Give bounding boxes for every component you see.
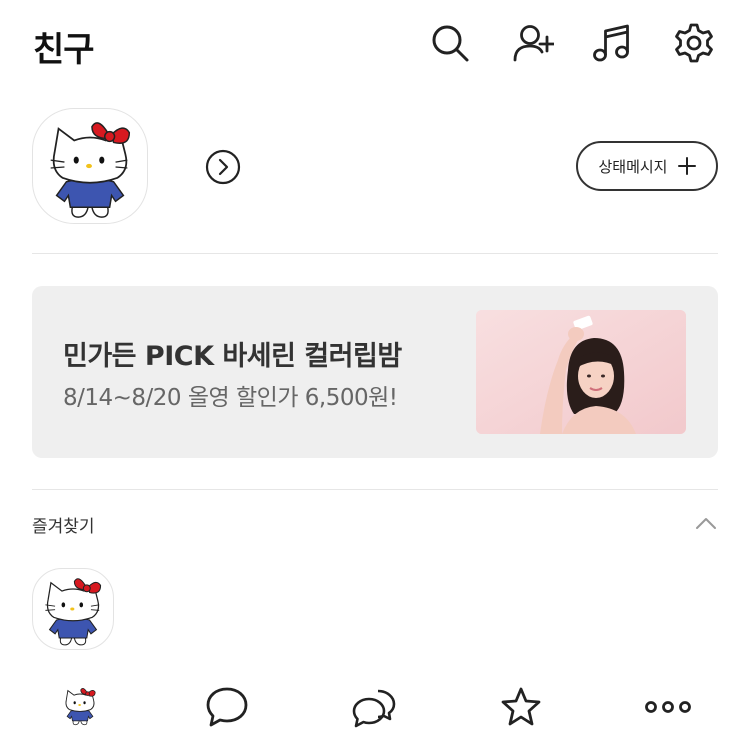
search-icon[interactable]: [429, 22, 471, 64]
ad-banner[interactable]: 민가든 PICK 바세린 컬러립밤 8/14~8/20 올영 할인가 6,500…: [32, 286, 718, 458]
settings-icon[interactable]: [673, 22, 715, 64]
chevron-right-circle-icon[interactable]: [205, 149, 241, 185]
speech-bubble-icon: [206, 687, 248, 727]
friends-screen: 친구 상태메시지 민가든 PICK 바세린 컬러립밤 8/14~8/20 올영 …: [0, 0, 750, 754]
header: 친구: [0, 0, 750, 90]
shopping-tab[interactable]: [491, 682, 551, 732]
banner-title: 민가든 PICK 바세린 컬러립밤: [63, 341, 402, 372]
favorites-label: 즐겨찾기: [32, 517, 95, 537]
star-icon: [501, 687, 541, 726]
double-bubble-icon: [352, 689, 396, 728]
profile-avatar: [58, 683, 102, 731]
divider: [32, 253, 718, 254]
music-icon[interactable]: [591, 22, 633, 64]
banner-subtitle: 8/14~8/20 올영 할인가 6,500원!: [63, 385, 398, 411]
favorite-friend-avatar[interactable]: [32, 568, 114, 650]
status-message-label: 상태메시지: [598, 157, 668, 176]
open-chat-tab[interactable]: [344, 682, 404, 732]
chevron-up-icon[interactable]: [694, 512, 718, 536]
page-title: 친구: [33, 30, 95, 70]
add-friend-icon[interactable]: [512, 22, 556, 64]
banner-model-image: [476, 310, 686, 434]
plus-icon: [677, 157, 696, 175]
more-dots-icon: [645, 701, 691, 713]
more-tab[interactable]: [638, 682, 698, 732]
bottom-tab-bar: [0, 668, 750, 754]
divider: [32, 489, 718, 490]
status-message-button[interactable]: 상태메시지: [576, 141, 718, 191]
my-profile-avatar[interactable]: [32, 108, 148, 224]
chats-tab[interactable]: [197, 682, 257, 732]
friends-tab[interactable]: [50, 682, 110, 732]
